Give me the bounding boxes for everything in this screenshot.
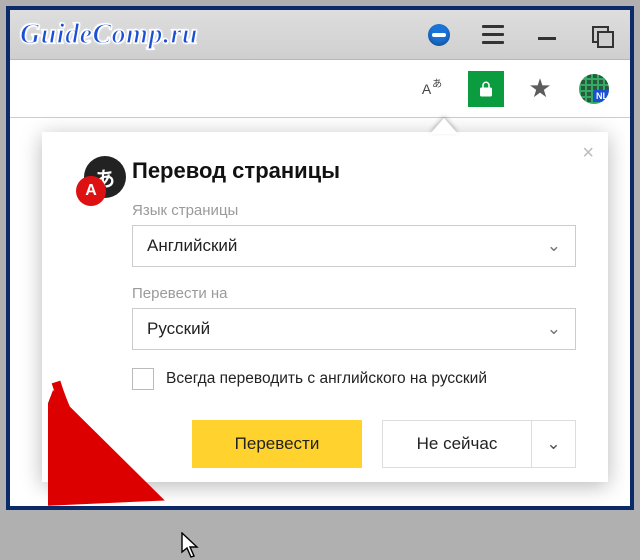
window-minimize-button[interactable] <box>536 24 558 46</box>
dialog-actions: Перевести Не сейчас ⌄ <box>132 420 576 468</box>
dialog-title: Перевод страницы <box>132 158 576 184</box>
target-language-label: Перевести на <box>132 285 576 302</box>
source-language-label: Язык страницы <box>132 202 576 219</box>
always-translate-checkbox[interactable] <box>132 368 154 390</box>
browser-toolbar: Aあ ★ NL <box>10 60 630 118</box>
cursor-icon <box>180 532 202 560</box>
chevron-down-icon: ⌄ <box>546 434 560 454</box>
source-language-value: Английский <box>147 236 237 256</box>
titlebar-controls <box>428 24 620 46</box>
bookmark-star-icon[interactable]: ★ <box>522 71 558 107</box>
translate-icon[interactable]: Aあ <box>414 71 450 107</box>
extension-icon[interactable] <box>428 24 450 46</box>
chevron-down-icon: ⌄ <box>547 236 561 256</box>
window-frame: GuideComp.ru Aあ ★ NL × あ A Перевод стран… <box>6 6 634 510</box>
site-logo: GuideComp.ru <box>20 19 198 51</box>
window-restore-button[interactable] <box>590 24 612 46</box>
source-language-select[interactable]: Английский ⌄ <box>132 225 576 267</box>
close-icon[interactable]: × <box>582 142 594 165</box>
menu-icon[interactable] <box>482 25 504 44</box>
titlebar: GuideComp.ru <box>10 10 630 60</box>
translate-dialog: × あ A Перевод страницы Язык страницы Анг… <box>42 132 608 482</box>
target-language-select[interactable]: Русский ⌄ <box>132 308 576 350</box>
always-translate-label: Всегда переводить с английского на русск… <box>166 370 487 388</box>
chevron-down-icon: ⌄ <box>547 319 561 339</box>
always-translate-row: Всегда переводить с английского на русск… <box>132 368 576 390</box>
translate-button[interactable]: Перевести <box>192 420 362 468</box>
lock-icon[interactable] <box>468 71 504 107</box>
more-options-button[interactable]: ⌄ <box>532 420 576 468</box>
translate-badge-icon: あ A <box>76 156 126 206</box>
not-now-button[interactable]: Не сейчас <box>382 420 532 468</box>
popover-arrow <box>430 118 458 134</box>
profile-globe-icon[interactable]: NL <box>576 71 612 107</box>
target-language-value: Русский <box>147 319 210 339</box>
